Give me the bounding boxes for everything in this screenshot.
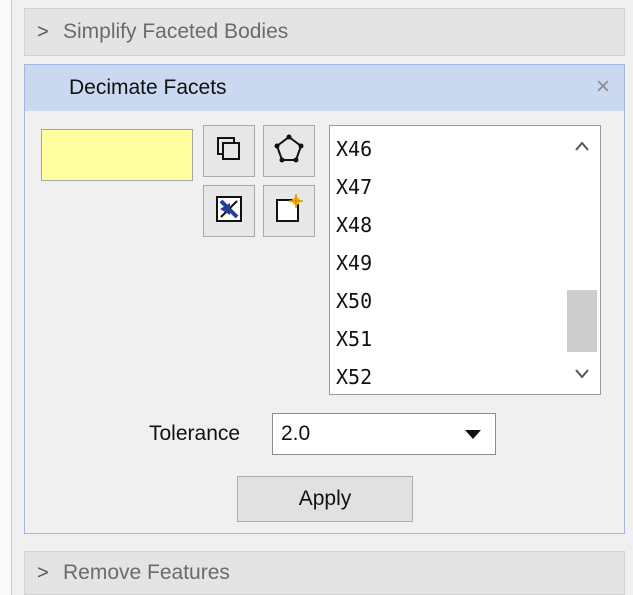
panel-title: Decimate Facets bbox=[69, 76, 227, 99]
list-item[interactable]: X46 bbox=[336, 130, 372, 168]
remove-button[interactable] bbox=[203, 185, 255, 237]
tolerance-dropdown[interactable]: 2.0 bbox=[272, 413, 496, 455]
entity-list[interactable]: X46 X47 X48 X49 X50 X51 X52 bbox=[329, 125, 601, 395]
section-title: Simplify Faceted Bodies bbox=[63, 20, 289, 43]
scroll-up-icon[interactable] bbox=[564, 128, 600, 164]
tolerance-value: 2.0 bbox=[281, 422, 311, 445]
remove-x-icon bbox=[214, 194, 244, 229]
list-item[interactable]: X48 bbox=[336, 206, 372, 244]
dropdown-arrow-icon[interactable] bbox=[465, 430, 481, 439]
selection-field[interactable] bbox=[41, 129, 193, 181]
new-spark-icon bbox=[274, 193, 304, 229]
chevron-right-icon: > bbox=[37, 20, 49, 43]
list-item[interactable]: X49 bbox=[336, 244, 372, 282]
scrollbar-thumb[interactable] bbox=[567, 290, 597, 352]
section-simplify-faceted-bodies[interactable]: > Simplify Faceted Bodies bbox=[24, 8, 625, 56]
list-item[interactable]: X52 bbox=[336, 358, 372, 394]
copy-button[interactable] bbox=[203, 125, 255, 177]
new-selection-button[interactable] bbox=[263, 185, 315, 237]
decimate-facets-panel: Decimate Facets × X46 X47 X48 X49 X50 X5… bbox=[24, 64, 625, 534]
polygon-points-icon bbox=[273, 133, 305, 170]
list-item[interactable]: X51 bbox=[336, 320, 372, 358]
scrollbar[interactable] bbox=[564, 126, 600, 394]
section-title: Remove Features bbox=[63, 561, 230, 584]
chevron-right-icon: > bbox=[37, 561, 49, 584]
left-edge bbox=[0, 0, 12, 595]
decimate-facets-header[interactable]: Decimate Facets × bbox=[25, 65, 624, 111]
close-icon[interactable]: × bbox=[596, 74, 610, 100]
polygon-select-button[interactable] bbox=[263, 125, 315, 177]
tolerance-label: Tolerance bbox=[149, 422, 241, 445]
list-item[interactable]: X50 bbox=[336, 282, 372, 320]
apply-button[interactable]: Apply bbox=[237, 476, 413, 522]
copy-icon bbox=[214, 134, 244, 169]
scroll-down-icon[interactable] bbox=[564, 356, 600, 392]
section-remove-features[interactable]: > Remove Features bbox=[24, 551, 625, 595]
list-item[interactable]: X47 bbox=[336, 168, 372, 206]
